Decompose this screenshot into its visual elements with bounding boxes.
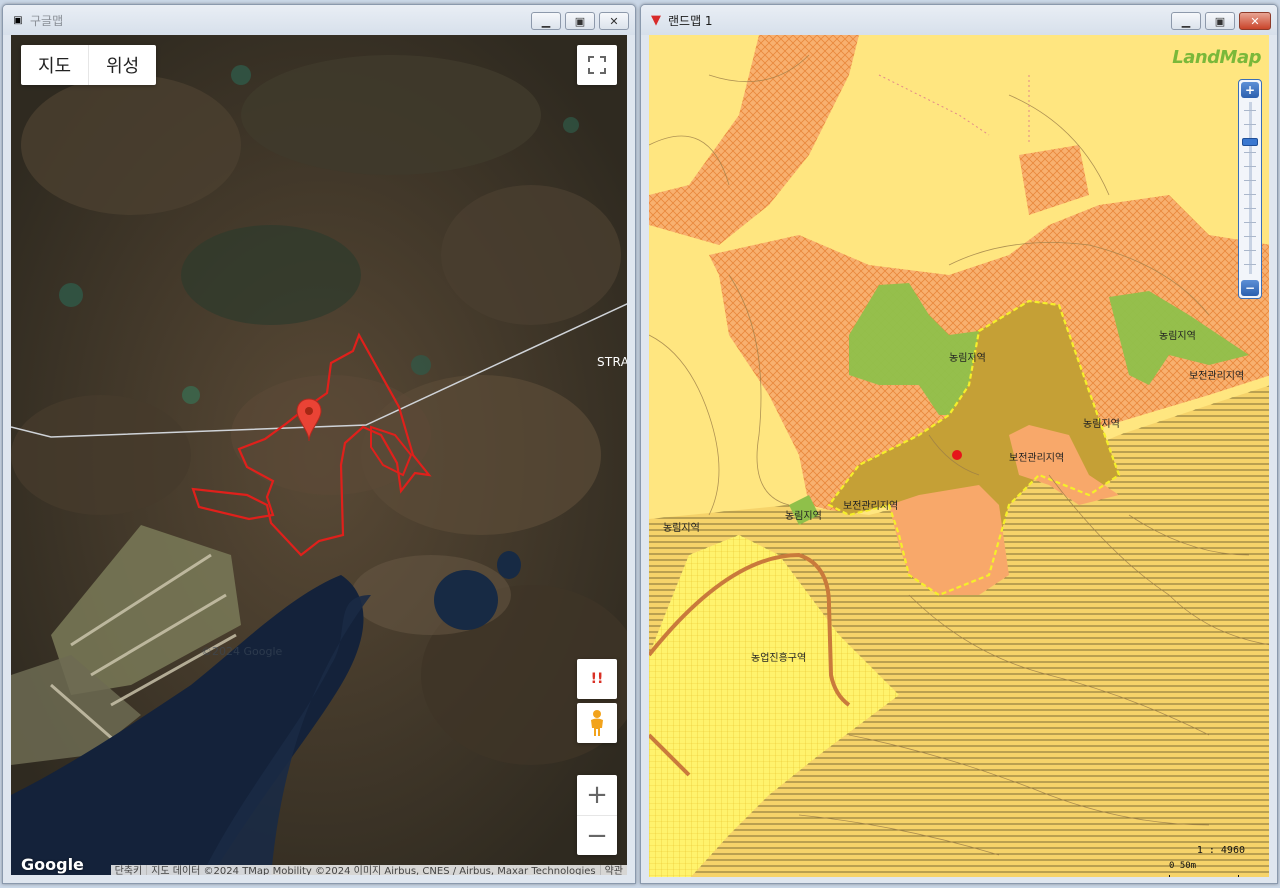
restore-button[interactable]: ▣ [1205,12,1235,30]
terms-link[interactable]: 약관 [599,865,627,875]
landmap-window: ▼ 랜드맵 1 ▁ ▣ ✕ LandMap 농림지역 농림지역 농림지역 농림지… [640,4,1278,884]
google-map-window: ▣ 구글맵 ▁ ▣ ✕ ©2024 Google 지도 위성 STR !! + … [2,4,636,884]
zoom-control: + − [577,775,617,855]
warning-button[interactable]: !! [577,659,617,699]
map-type-map-button[interactable]: 지도 [21,45,88,85]
shortcuts-link[interactable]: 단축키 [110,865,147,875]
zoom-slider[interactable]: + − [1238,79,1262,299]
app-icon: ▣ [13,14,23,26]
map-data-attribution: 지도 데이터 ©2024 TMap Mobility ©2024 이미지 Air… [146,865,600,875]
svg-text:©2024 Google: ©2024 Google [201,645,283,658]
zoom-in-button[interactable]: + [1241,82,1259,98]
pegman-icon [591,710,603,736]
zoom-out-button[interactable]: − [577,815,617,855]
street-view-button[interactable] [577,703,617,743]
parcel-center-marker [952,450,962,460]
zone-label: 보전관리지역 [1189,371,1245,382]
titlebar: ▣ 구글맵 ▁ ▣ ✕ [3,5,635,35]
zoning-map [649,35,1269,877]
satellite-imagery: ©2024 Google [11,35,627,875]
zone-label: 보전관리지역 [843,501,899,512]
minimize-button[interactable]: ▁ [531,12,561,30]
zoom-thumb[interactable] [1242,138,1258,146]
minimize-icon: ▁ [1181,14,1191,28]
minimize-button[interactable]: ▁ [1171,12,1201,30]
fullscreen-icon [588,56,606,74]
close-button[interactable]: ✕ [599,12,629,30]
landmap-logo: LandMap [1172,47,1261,68]
zone-label: 보전관리지역 [1009,453,1065,464]
fullscreen-button[interactable] [577,45,617,85]
satellite-map[interactable]: ©2024 Google 지도 위성 STRAT !! [11,35,627,875]
close-icon: ✕ [609,14,619,28]
map-type-control: 지도 위성 [21,45,157,85]
zone-label: 농림지역 [1083,419,1120,430]
close-button[interactable]: ✕ [1239,12,1271,30]
close-icon: ✕ [1250,14,1260,28]
titlebar: ▼ 랜드맵 1 ▁ ▣ ✕ [641,5,1277,35]
land-use-map[interactable]: LandMap 농림지역 농림지역 농림지역 농림지역 농림지역 보전관리지역 … [649,35,1269,877]
minimize-icon: ▁ [541,14,551,28]
zoom-out-button[interactable]: − [1241,280,1259,296]
map-label: STRAT [597,355,627,369]
zoom-in-button[interactable]: + [577,775,617,815]
attribution-bar: 단축키 지도 데이터 ©2024 TMap Mobility ©2024 이미지… [110,865,627,875]
window-title: 구글맵 [30,13,64,28]
restore-button[interactable]: ▣ [565,12,595,30]
zone-label: 농업진흥구역 [751,653,807,664]
zoom-track[interactable] [1249,102,1252,274]
map-type-satellite-button[interactable]: 위성 [88,45,156,85]
restore-icon: ▣ [1214,14,1226,28]
restore-icon: ▣ [574,14,586,28]
zone-label: 농림지역 [1159,331,1196,342]
zone-label: 농림지역 [785,511,822,522]
scale-ratio: 1 : 4960 [1196,845,1245,856]
zone-label: 농림지역 [949,353,986,364]
window-title: 랜드맵 1 [668,13,713,28]
scale-bar: 0 50m [1169,861,1239,877]
google-logo: Google [21,855,84,874]
warning-icon: !! [590,671,604,687]
zone-label: 농림지역 [663,523,700,534]
scale-bar-label: 0 50m [1169,861,1197,871]
landmap-app-icon: ▼ [651,12,661,28]
